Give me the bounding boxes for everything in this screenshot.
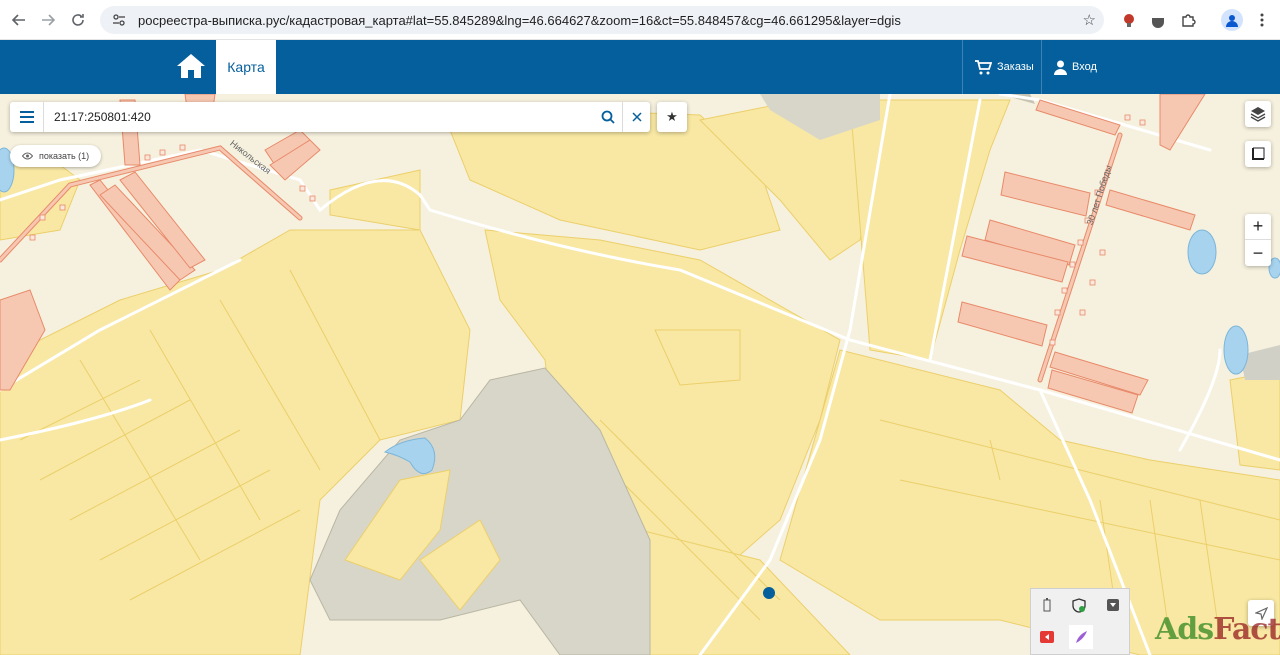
layers-icon [1250, 107, 1266, 122]
measure-button[interactable] [1245, 141, 1271, 167]
browser-menu-icon[interactable] [1251, 9, 1273, 31]
cadastral-search-bar: 21:17:250801:420 [10, 102, 650, 132]
cart-icon [975, 59, 992, 74]
address-bar[interactable]: росреестра-выписка.рус/кадастровая_карта… [100, 6, 1104, 34]
adsfactory-watermark: AdsFactory [1155, 612, 1280, 647]
clear-search-button[interactable] [622, 102, 650, 132]
battery-icon[interactable] [1037, 595, 1057, 615]
url-text: росреестра-выписка.рус/кадастровая_карта… [138, 12, 901, 28]
map-canvas[interactable] [0, 94, 1280, 655]
watermark-part2: Factory [1213, 612, 1280, 647]
profile-avatar-icon[interactable] [1221, 9, 1243, 31]
site-info-icon[interactable] [110, 11, 128, 29]
extensions-puzzle-icon[interactable] [1177, 9, 1199, 31]
orders-label: Заказы [997, 61, 1034, 73]
menu-button[interactable] [10, 102, 44, 132]
extension-icon[interactable] [1118, 9, 1140, 31]
home-icon [177, 54, 205, 78]
search-input[interactable]: 21:17:250801:420 [44, 110, 594, 124]
zoom-in-button[interactable]: + [1245, 214, 1271, 240]
show-objects-label: показать (1) [39, 151, 90, 161]
browser-toolbar: росреестра-выписка.рус/кадастровая_карта… [0, 0, 1280, 40]
zoom-control: + − [1245, 214, 1271, 266]
ruler-corner-icon [1252, 147, 1265, 160]
dropdown-square-icon[interactable] [1103, 595, 1123, 615]
forward-button[interactable] [33, 5, 63, 35]
red-video-icon[interactable] [1037, 627, 1057, 647]
shield-check-icon[interactable] [1069, 595, 1089, 615]
bookmark-star-icon[interactable]: ☆ [1083, 11, 1096, 29]
site-header: Карта Заказы Вход [0, 40, 1280, 94]
zoom-out-button[interactable]: − [1245, 240, 1271, 266]
favorites-button[interactable]: ★ [657, 102, 687, 132]
layers-button[interactable] [1245, 101, 1271, 127]
reload-icon [72, 14, 84, 26]
hamburger-icon [19, 111, 34, 123]
tab-map[interactable]: Карта [216, 40, 276, 94]
login-button[interactable]: Вход [1041, 40, 1280, 94]
user-icon [1054, 60, 1067, 75]
login-label: Вход [1072, 61, 1097, 73]
watermark-part1: Ads [1155, 612, 1214, 647]
feather-pen-icon[interactable] [1069, 625, 1093, 649]
arrow-left-icon [11, 14, 25, 26]
cadastral-map[interactable]: Никольская 30 лет Победы [0, 94, 1280, 655]
extension-icon[interactable] [1147, 9, 1169, 31]
extensions-tray [1030, 588, 1130, 655]
reload-button[interactable] [63, 5, 93, 35]
show-objects-button[interactable]: показать (1) [10, 145, 102, 167]
arrow-right-icon [42, 14, 56, 26]
home-button[interactable] [176, 52, 206, 82]
back-button[interactable] [4, 5, 34, 35]
close-icon [631, 112, 642, 122]
search-button[interactable] [594, 102, 622, 132]
orders-button[interactable]: Заказы [962, 40, 1040, 94]
star-icon: ★ [666, 109, 678, 124]
eye-icon [22, 152, 33, 160]
search-icon [601, 110, 615, 124]
